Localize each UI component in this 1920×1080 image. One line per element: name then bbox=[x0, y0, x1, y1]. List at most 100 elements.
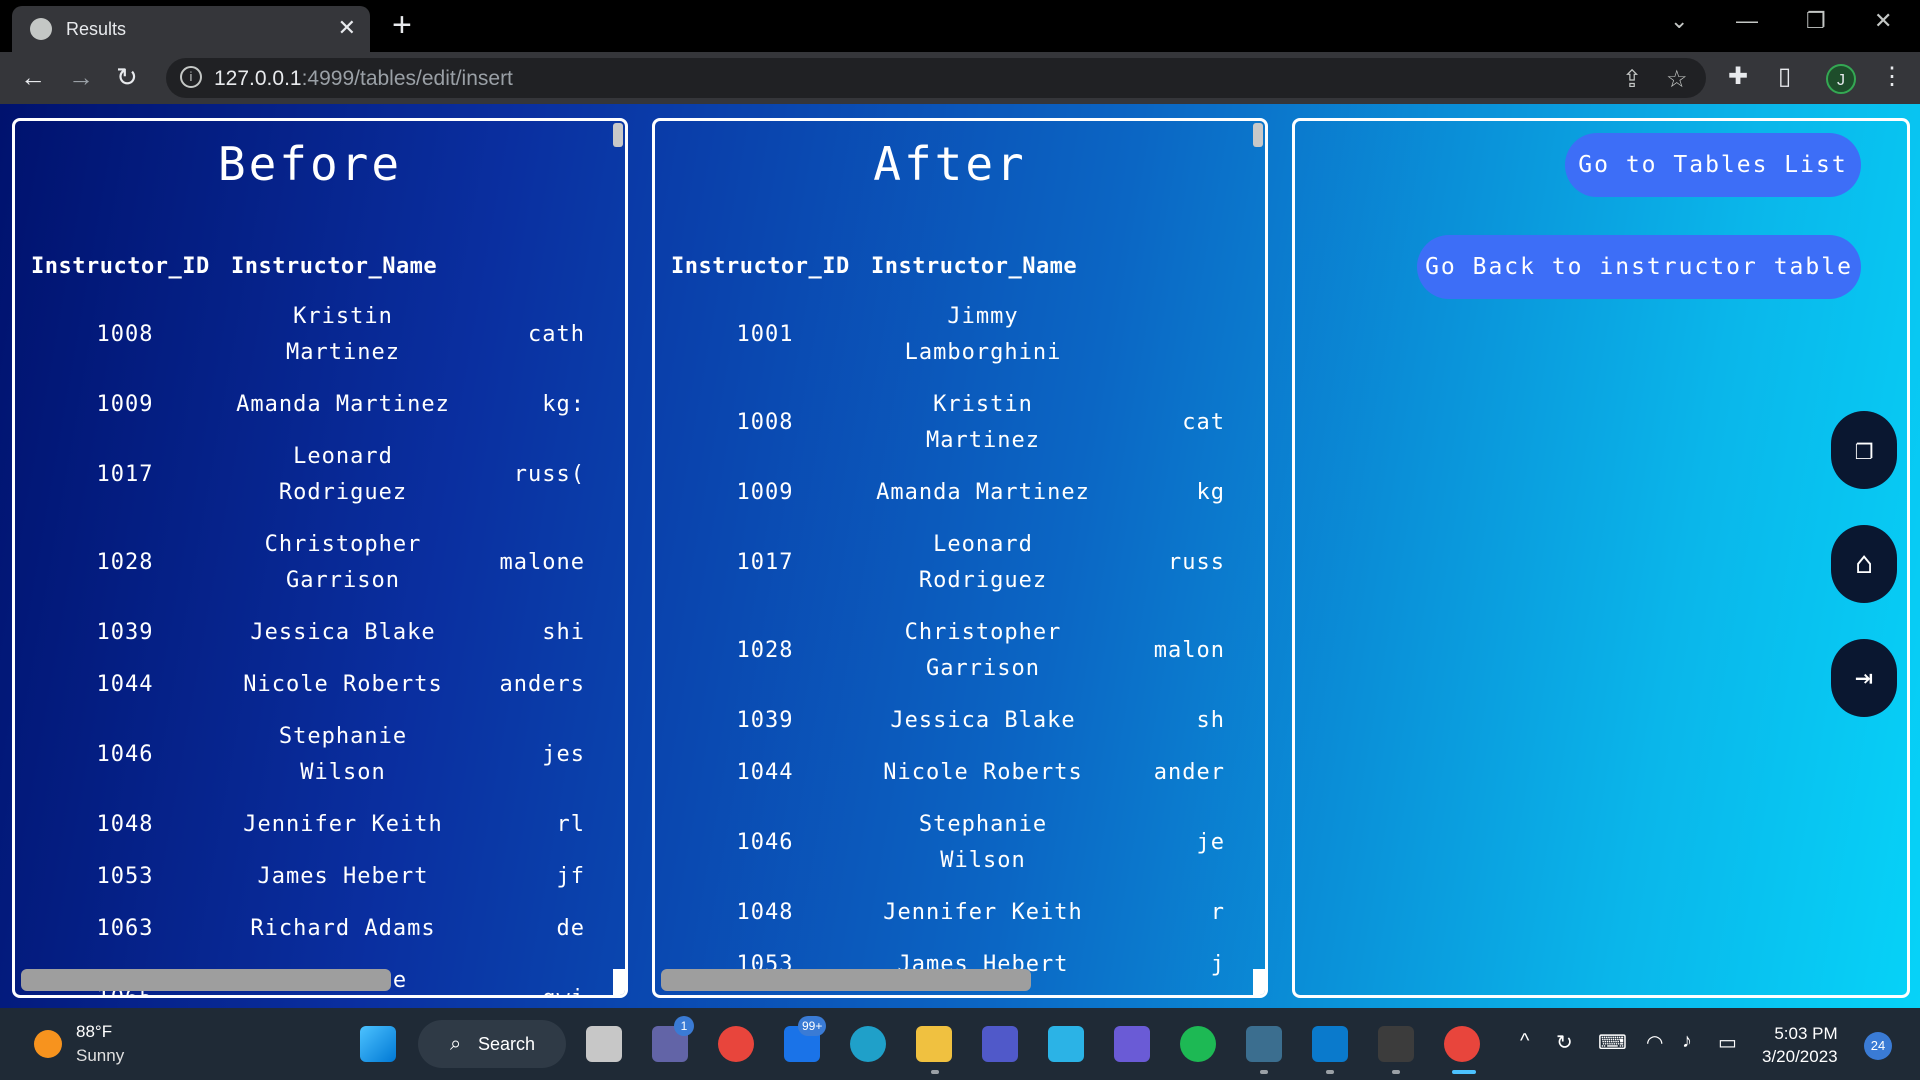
browser-toolbar: ← → ↻ i 127.0.0.1:4999/tables/edit/inser… bbox=[0, 52, 1920, 104]
horizontal-scrollbar[interactable] bbox=[661, 969, 1031, 991]
power-automate-icon[interactable] bbox=[1114, 1026, 1150, 1062]
cell-id: 1039 bbox=[736, 708, 794, 733]
cell-extra: jf bbox=[556, 864, 585, 889]
running-indicator bbox=[931, 1070, 939, 1074]
minimize-icon[interactable]: — bbox=[1736, 8, 1758, 34]
extensions-icon[interactable]: ✚ bbox=[1728, 62, 1748, 91]
forward-arrow-icon[interactable]: → bbox=[68, 62, 94, 93]
vertical-scrollbar[interactable] bbox=[1253, 123, 1263, 147]
new-tab-button[interactable]: + bbox=[392, 6, 412, 45]
go-to-tables-list-button[interactable]: Go to Tables List bbox=[1565, 133, 1861, 197]
chrome-active-icon[interactable] bbox=[1444, 1026, 1480, 1062]
weather-condition[interactable]: Sunny bbox=[76, 1046, 124, 1066]
cell-name: Richard Adams bbox=[865, 991, 1101, 995]
task-view-icon[interactable] bbox=[586, 1026, 622, 1062]
globe-icon bbox=[30, 18, 52, 40]
copy-icon[interactable]: ❐ bbox=[1831, 411, 1897, 489]
running-indicator bbox=[1326, 1070, 1334, 1074]
volume-icon[interactable]: ♪ bbox=[1682, 1030, 1692, 1053]
browser-tab[interactable]: Results ✕ bbox=[12, 6, 370, 52]
running-indicator bbox=[1260, 1070, 1268, 1074]
edge-icon[interactable] bbox=[850, 1026, 886, 1062]
cell-extra: r bbox=[1210, 900, 1225, 925]
cell-name: Christopher Garrison bbox=[904, 620, 1062, 681]
vertical-scrollbar[interactable] bbox=[613, 123, 623, 147]
cell-name: Jimmy Lamborghini bbox=[904, 304, 1062, 365]
restore-icon[interactable]: ❐ bbox=[1806, 8, 1826, 34]
notification-badge[interactable]: 24 bbox=[1864, 1032, 1892, 1060]
page-content: Before Instructor_ID Instructor_Name 100… bbox=[0, 104, 1920, 1008]
cell-extra: anders bbox=[499, 672, 585, 697]
cell-name: Jessica Blake bbox=[250, 620, 436, 645]
cell-name: Christopher Garrison bbox=[264, 532, 422, 593]
navigation-panel: Go to Tables List Go Back to instructor … bbox=[1292, 118, 1910, 998]
bookmark-star-icon[interactable]: ☆ bbox=[1666, 65, 1688, 94]
close-window-icon[interactable]: ✕ bbox=[1874, 8, 1892, 34]
table-row: 1008 Kristin Martinez cath bbox=[25, 291, 591, 379]
cell-extra: russ( bbox=[513, 462, 585, 487]
col-extra bbox=[461, 241, 591, 291]
cell-extra: kg bbox=[1196, 480, 1225, 505]
cell-name: Leonard Rodriguez bbox=[918, 532, 1048, 593]
back-arrow-icon[interactable]: ← bbox=[20, 62, 46, 93]
weather-temperature[interactable]: 88°F bbox=[76, 1022, 112, 1042]
taskbar-search[interactable]: ⌕ Search bbox=[418, 1020, 566, 1068]
logout-icon[interactable]: ⇥ bbox=[1831, 639, 1897, 717]
vscode-icon[interactable] bbox=[1312, 1026, 1348, 1062]
home-icon[interactable]: ⌂ bbox=[1831, 525, 1897, 603]
table-row: 1053 James Hebert jf bbox=[25, 851, 591, 903]
terminal-icon[interactable] bbox=[1378, 1026, 1414, 1062]
cell-extra: rl bbox=[556, 812, 585, 837]
cell-name: Amanda Martinez bbox=[236, 392, 450, 417]
remote-desktop-icon[interactable] bbox=[1048, 1026, 1084, 1062]
share-icon[interactable]: ⇪ bbox=[1622, 65, 1642, 94]
side-panel-icon[interactable]: ▯ bbox=[1778, 62, 1791, 91]
wifi-icon[interactable]: ◠ bbox=[1646, 1030, 1663, 1055]
windows-start-icon[interactable] bbox=[360, 1026, 396, 1062]
table-row: 1017 Leonard Rodriguez russ( bbox=[25, 431, 591, 519]
cell-extra: malone bbox=[499, 550, 585, 575]
running-indicator bbox=[1392, 1070, 1400, 1074]
menu-kebab-icon[interactable]: ⋮ bbox=[1880, 62, 1904, 91]
keyboard-icon[interactable]: ⌨ bbox=[1598, 1030, 1627, 1055]
table-row: 1001 Jimmy Lamborghini bbox=[665, 291, 1231, 379]
cell-name: Stephanie Wilson bbox=[278, 724, 408, 785]
table-row: 1044 Nicole Roberts ander bbox=[665, 747, 1231, 799]
tab-title: Results bbox=[66, 19, 127, 39]
cell-name: Jessica Blake bbox=[890, 708, 1076, 733]
cell-extra: cath bbox=[528, 322, 585, 347]
profile-avatar[interactable]: J bbox=[1826, 64, 1856, 94]
col-extra bbox=[1101, 241, 1231, 291]
chevron-up-icon[interactable]: ^ bbox=[1520, 1030, 1529, 1053]
scroll-corner bbox=[613, 969, 625, 995]
spotify-icon[interactable] bbox=[1180, 1026, 1216, 1062]
address-bar[interactable]: i 127.0.0.1:4999/tables/edit/insert ⇪ ☆ bbox=[166, 58, 1706, 98]
tab-search-icon[interactable]: ⌄ bbox=[1670, 8, 1688, 34]
col-instructor-id: Instructor_ID bbox=[31, 253, 210, 279]
mysql-workbench-icon[interactable] bbox=[1246, 1026, 1282, 1062]
site-info-icon[interactable]: i bbox=[180, 66, 202, 88]
sync-icon[interactable]: ↻ bbox=[1556, 1030, 1573, 1055]
cell-id: 1008 bbox=[96, 322, 154, 347]
go-back-to-instructor-table-button[interactable]: Go Back to instructor table bbox=[1417, 235, 1861, 299]
horizontal-scrollbar[interactable] bbox=[21, 969, 391, 991]
clock[interactable]: 5:03 PM 3/20/2023 bbox=[1762, 1022, 1838, 1068]
weather-sun-icon[interactable] bbox=[34, 1030, 62, 1058]
file-explorer-icon[interactable] bbox=[916, 1026, 952, 1062]
battery-icon[interactable]: ▭ bbox=[1718, 1030, 1737, 1055]
cell-extra: jes bbox=[542, 742, 585, 767]
cell-name: Jennifer Keith bbox=[243, 812, 443, 837]
reload-icon[interactable]: ↻ bbox=[116, 62, 138, 93]
table-row: 1046 Stephanie Wilson je bbox=[665, 799, 1231, 887]
table-row: 1039 Jessica Blake sh bbox=[665, 695, 1231, 747]
cell-id: 1017 bbox=[96, 462, 154, 487]
cell-name: Leonard Rodriguez bbox=[278, 444, 408, 505]
cell-extra: je bbox=[1196, 830, 1225, 855]
search-label: Search bbox=[478, 1034, 536, 1054]
teams-icon[interactable] bbox=[982, 1026, 1018, 1062]
tab-close-icon[interactable]: ✕ bbox=[338, 15, 356, 41]
mail-badge: 99+ bbox=[798, 1016, 827, 1036]
chrome-icon[interactable] bbox=[718, 1026, 754, 1062]
url-text[interactable]: 127.0.0.1:4999/tables/edit/insert bbox=[214, 67, 513, 91]
cell-extra: sh bbox=[1196, 708, 1225, 733]
